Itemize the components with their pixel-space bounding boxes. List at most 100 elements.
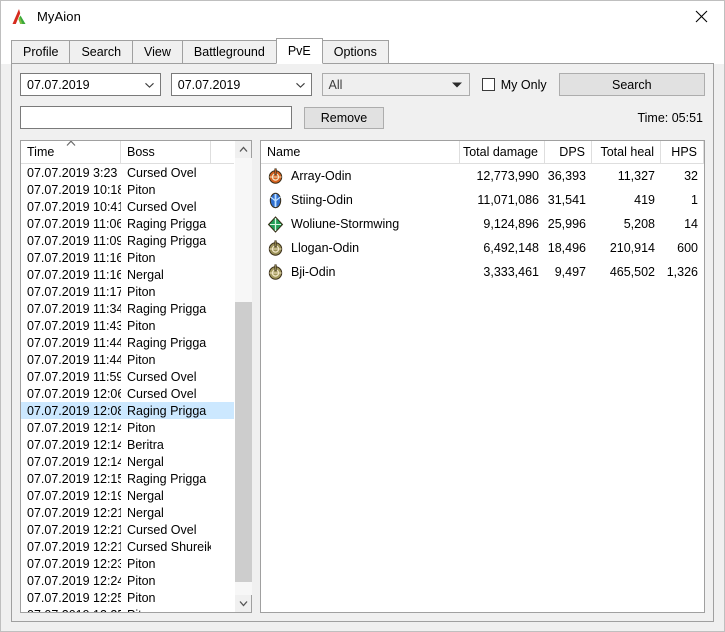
- column-header-label: DPS: [559, 145, 585, 159]
- tab-pve[interactable]: PvE: [275, 38, 323, 64]
- scroll-down-button[interactable]: [235, 595, 252, 612]
- encounter-boss: Piton: [127, 556, 156, 571]
- date-to-picker[interactable]: 07.07.2019: [170, 73, 312, 96]
- encounter-time: 07.07.2019 12:14: [27, 420, 121, 435]
- encounter-row[interactable]: 07.07.2019 12:25Piton: [21, 589, 251, 606]
- column-header-total-damage[interactable]: Total damage: [460, 141, 545, 163]
- encounter-time: 07.07.2019 12:14: [27, 437, 121, 452]
- app-title: MyAion: [37, 9, 81, 24]
- encounter-boss: Nergal: [127, 454, 164, 469]
- encounter-time: 07.07.2019 12:06: [27, 386, 121, 401]
- encounter-row[interactable]: 07.07.2019 12:14 Beritra: [21, 436, 251, 453]
- encounter-row[interactable]: 07.07.2019 12:21 Cursed Shureik: [21, 538, 251, 555]
- column-header-boss[interactable]: Boss: [121, 141, 211, 163]
- encounter-list-scrollbar[interactable]: [234, 141, 252, 612]
- encounter-row[interactable]: 07.07.2019 11:06 Raging Prigga: [21, 215, 251, 232]
- column-header-name[interactable]: Name: [261, 141, 460, 163]
- player-table-body: Array-Odin 12,773,990 36,393 11,327 32 Stiing…: [261, 164, 704, 612]
- tab-view[interactable]: View: [132, 40, 183, 64]
- encounter-row[interactable]: 07.07.2019 12:15 Raging Prigga: [21, 470, 251, 487]
- player-dps: 31,541: [547, 193, 586, 207]
- player-name: Array-Odin: [291, 169, 352, 183]
- encounter-row[interactable]: 07.07.2019 11:16 Nergal: [21, 266, 251, 283]
- column-header-total-heal[interactable]: Total heal: [592, 141, 661, 163]
- scrollbar-thumb[interactable]: [234, 302, 252, 582]
- encounter-boss: Raging Prigga: [127, 216, 207, 231]
- encounter-row[interactable]: 07.07.2019 12:08 Raging Prigga: [21, 402, 251, 419]
- encounter-row[interactable]: 07.07.2019 10:18 Piton: [21, 181, 251, 198]
- encounter-row[interactable]: 07.07.2019 12:24 Piton: [21, 572, 251, 589]
- scrollbar-track[interactable]: [234, 158, 252, 595]
- encounter-row[interactable]: 07.07.2019 11:16 Piton: [21, 249, 251, 266]
- encounter-row[interactable]: 07.07.2019 12:23 Piton: [21, 555, 251, 572]
- sort-ascending-icon: [66, 141, 75, 146]
- encounter-time: 07.07.2019 11:43: [27, 318, 121, 333]
- tab-label: Options: [333, 45, 377, 59]
- chevron-down-icon: [144, 82, 154, 88]
- encounter-row[interactable]: 07.07.2019 11:09 Raging Prigga: [21, 232, 251, 249]
- tab-strip: Profile Search View Battleground PvE Opt…: [1, 32, 724, 64]
- player-name-cell: Bji-Odin: [261, 263, 460, 281]
- name-filter-input[interactable]: [20, 106, 292, 129]
- my-only-checkbox[interactable]: My Only: [481, 78, 547, 92]
- column-header-time[interactable]: Time: [21, 141, 121, 163]
- player-total-heal: 5,208: [623, 217, 655, 231]
- player-hps: 1,326: [666, 265, 698, 279]
- encounter-row[interactable]: 07.07.2019 12:25Piton: [21, 606, 251, 613]
- date-from-value: 07.07.2019: [27, 77, 90, 92]
- encounter-row[interactable]: 07.07.2019 11:17 Piton: [21, 283, 251, 300]
- encounter-boss: Raging Prigga: [127, 471, 207, 486]
- scroll-up-button[interactable]: [235, 141, 252, 158]
- encounter-row[interactable]: 07.07.2019 12:14 Piton: [21, 419, 251, 436]
- encounter-boss: Piton: [127, 284, 156, 299]
- encounter-row[interactable]: 07.07.2019 12:14 Nergal: [21, 453, 251, 470]
- date-from-picker[interactable]: 07.07.2019: [20, 73, 161, 96]
- remove-button[interactable]: Remove: [304, 106, 384, 129]
- tab-label: Profile: [23, 45, 59, 59]
- boss-filter-dropdown[interactable]: All: [321, 73, 470, 96]
- tab-options[interactable]: Options: [321, 40, 389, 64]
- encounter-row[interactable]: 07.07.2019 11:59 Cursed Ovel: [21, 368, 251, 385]
- encounter-boss: Cursed Ovel: [127, 199, 197, 214]
- search-button[interactable]: Search: [558, 73, 705, 96]
- encounter-row[interactable]: 07.07.2019 11:44 Piton: [21, 351, 251, 368]
- player-row[interactable]: Array-Odin 12,773,990 36,393 11,327 32: [261, 164, 704, 188]
- player-row[interactable]: Bji-Odin 3,333,461 9,497 465,502 1,326: [261, 260, 704, 284]
- tab-battleground[interactable]: Battleground: [181, 40, 277, 64]
- encounter-boss: Piton: [127, 590, 156, 605]
- encounter-row[interactable]: 07.07.2019 11:34 Raging Prigga: [21, 300, 251, 317]
- chevron-down-icon: [295, 82, 305, 88]
- encounter-row[interactable]: 07.07.2019 11:44 Raging Prigga: [21, 334, 251, 351]
- column-header-dps[interactable]: DPS: [545, 141, 592, 163]
- chevron-down-icon: [451, 82, 462, 87]
- encounter-row[interactable]: 07.07.2019 10:41 Cursed Ovel: [21, 198, 251, 215]
- encounter-row[interactable]: 07.07.2019 12:06 Cursed Ovel: [21, 385, 251, 402]
- close-icon: [695, 10, 707, 23]
- encounter-time: 07.07.2019 12:19: [27, 488, 121, 503]
- player-row[interactable]: Llogan-Odin 6,492,148 18,496 210,914 600: [261, 236, 704, 260]
- encounter-row[interactable]: 07.07.2019 12:19 Nergal: [21, 487, 251, 504]
- column-header-label: Total damage: [462, 145, 538, 159]
- column-header-label: Total heal: [600, 145, 654, 159]
- tab-search[interactable]: Search: [69, 40, 134, 64]
- column-header-hps[interactable]: HPS: [661, 141, 704, 163]
- tab-profile[interactable]: Profile: [11, 40, 71, 64]
- lists-container: Time Boss 07.07.2019 3:23 Cursed Ovel 07.0…: [20, 140, 705, 613]
- encounter-row[interactable]: 07.07.2019 3:23 Cursed Ovel: [21, 164, 251, 181]
- encounter-boss: Piton: [121, 608, 211, 613]
- encounter-time: 07.07.2019 12:15: [27, 471, 121, 486]
- window-close-button[interactable]: [678, 1, 724, 32]
- player-name-cell: Llogan-Odin: [261, 239, 460, 257]
- encounter-row[interactable]: 07.07.2019 12:21 Cursed Ovel: [21, 521, 251, 538]
- player-row[interactable]: Stiing-Odin 11,071,086 31,541 419 1: [261, 188, 704, 212]
- encounter-list-body: 07.07.2019 3:23 Cursed Ovel 07.07.2019 10:…: [21, 164, 251, 612]
- encounter-boss: Nergal: [127, 488, 164, 503]
- encounter-row[interactable]: 07.07.2019 11:43 Piton: [21, 317, 251, 334]
- player-total-heal: 11,327: [617, 169, 655, 183]
- encounter-list: Time Boss 07.07.2019 3:23 Cursed Ovel 07.0…: [20, 140, 252, 613]
- player-row[interactable]: Woliune-Stormwing 9,124,896 25,996 5,208 14: [261, 212, 704, 236]
- class-icon-cleric: [268, 239, 283, 256]
- player-total-damage: 9,124,896: [483, 217, 539, 231]
- encounter-row[interactable]: 07.07.2019 12:21 Nergal: [21, 504, 251, 521]
- player-hps: 32: [684, 169, 698, 183]
